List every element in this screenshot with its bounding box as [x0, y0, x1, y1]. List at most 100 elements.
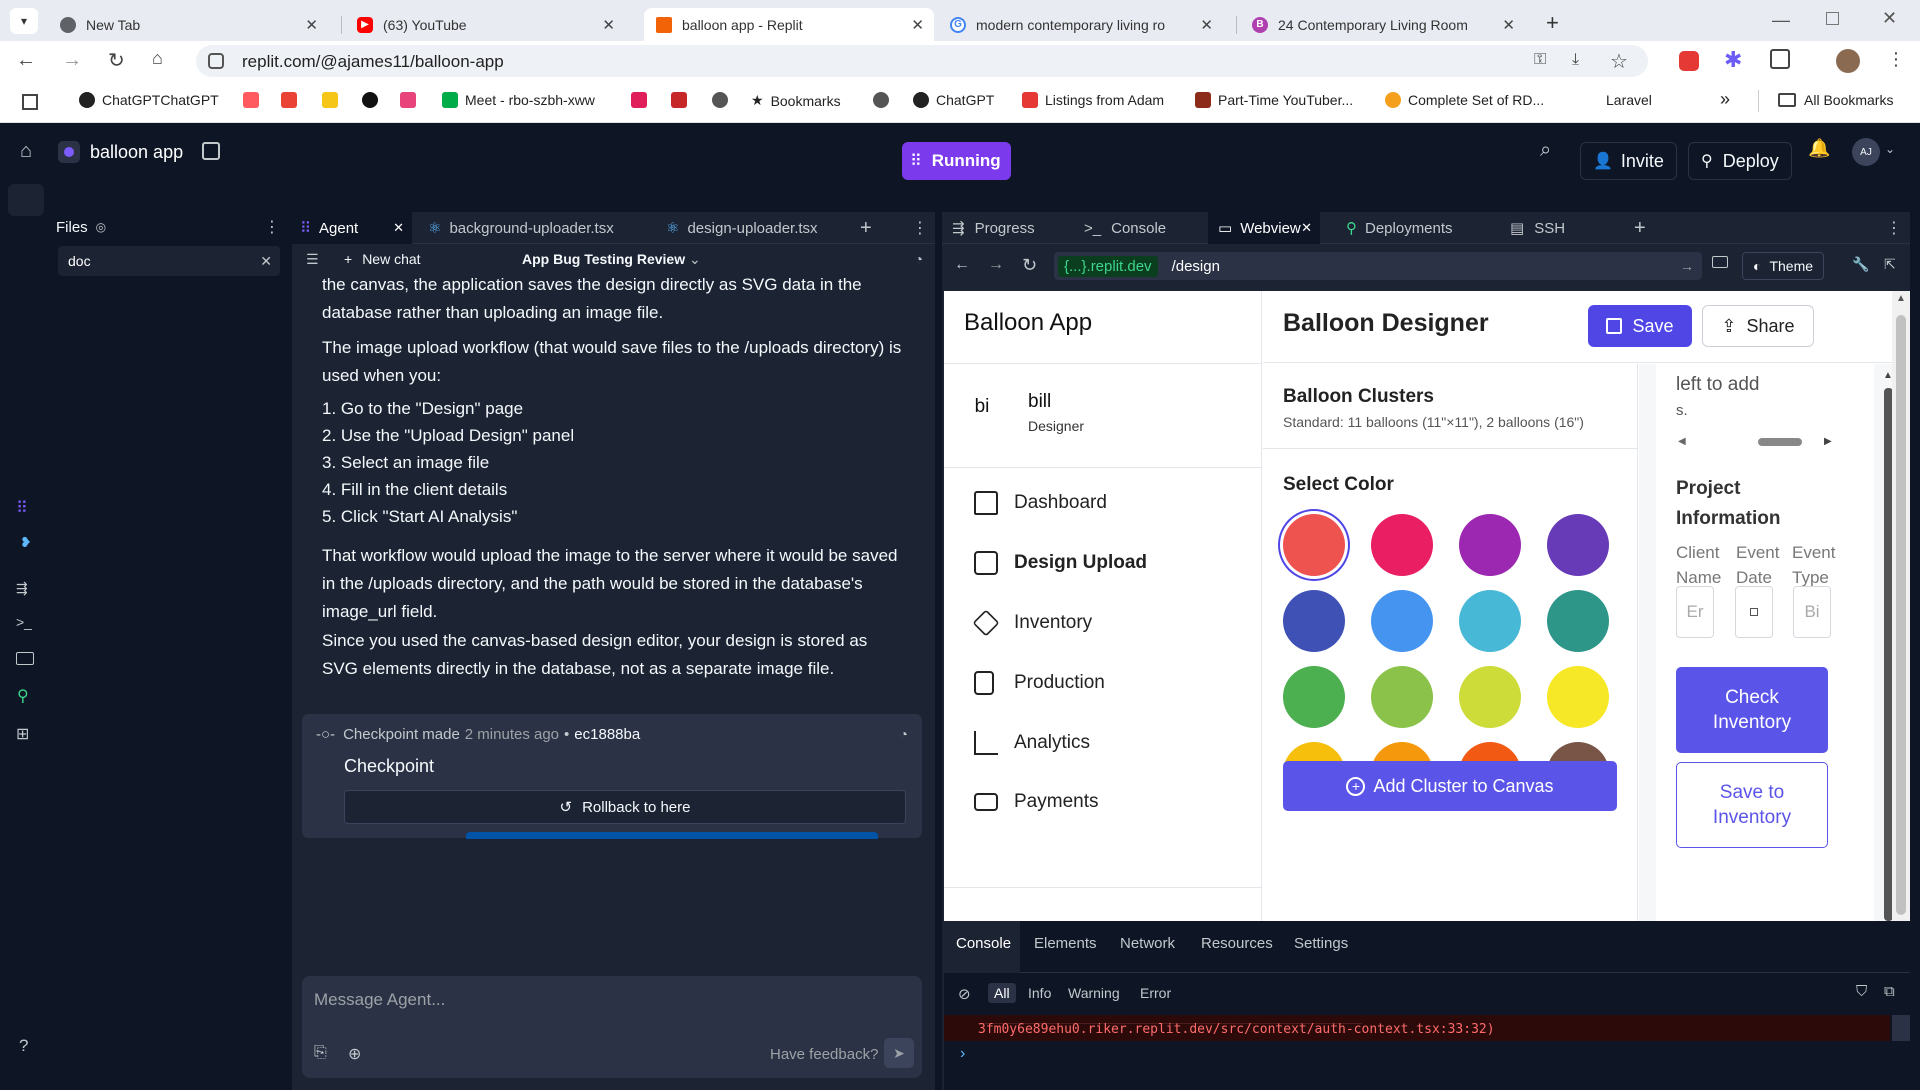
scroll-up-icon[interactable]: ▲ [1896, 293, 1906, 304]
url-bar[interactable]: replit.com/@ajames11/balloon-app ⚿ ⤓ ☆ [196, 45, 1648, 77]
filter-error[interactable]: Error [1140, 985, 1171, 1001]
more-icon[interactable]: ⋮ [264, 217, 280, 237]
tab-background-uploader[interactable]: ⚛ background-uploader.tsx [420, 212, 644, 244]
preview-path[interactable]: /design [1172, 258, 1220, 275]
airbnb-icon[interactable] [243, 92, 259, 108]
profile-avatar[interactable] [1836, 49, 1860, 73]
home-icon[interactable]: ⌂ [152, 48, 163, 69]
bookmark-item[interactable]: ChatGPTChatGPT [79, 92, 219, 108]
gauge-icon[interactable]: ◔ [915, 251, 923, 267]
bell-icon[interactable]: 🔔 [1808, 138, 1830, 159]
repl-info-icon[interactable] [202, 142, 220, 160]
nav-design-upload[interactable]: Design Upload [974, 551, 1147, 575]
forward-icon[interactable]: → [988, 256, 1004, 274]
resize-handle[interactable] [288, 212, 292, 1090]
color-swatch[interactable] [1459, 514, 1521, 576]
preview-url-bar[interactable]: {...}.replit.dev /design → [1054, 252, 1702, 280]
gmail-icon[interactable] [281, 92, 297, 108]
bookmark-item[interactable]: Complete Set of RD... [1385, 92, 1544, 108]
extension-asterisk-icon[interactable]: ✱ [1724, 47, 1742, 73]
devtools-tab-elements[interactable]: Elements [1034, 935, 1097, 952]
tab-search-icon[interactable]: ▾ [10, 8, 38, 34]
close-tab-icon[interactable]: ✕ [602, 16, 615, 34]
extension-red-icon[interactable] [1679, 51, 1699, 71]
client-name-input[interactable]: Er [1676, 586, 1714, 638]
send-button[interactable]: ➤ [884, 1038, 914, 1068]
bookmark-item[interactable]: Laravel [1606, 92, 1652, 108]
color-swatch[interactable] [1371, 590, 1433, 652]
horizontal-scrollbar[interactable]: ◀ ▶ [1678, 436, 1838, 447]
color-swatch[interactable] [1547, 514, 1609, 576]
close-tab-icon[interactable]: ✕ [1200, 16, 1213, 34]
bookmark-item[interactable]: ChatGPT [913, 92, 994, 108]
bookmark-dots-icon[interactable] [671, 92, 687, 108]
close-tab-icon[interactable]: ✕ [393, 220, 404, 236]
bookmark-item[interactable]: Part-Time YouTuber... [1195, 92, 1353, 108]
save-to-inventory-button[interactable]: Save to Inventory [1676, 762, 1828, 848]
close-window-icon[interactable]: ✕ [1882, 8, 1897, 29]
save-button[interactable]: Save [1588, 305, 1692, 347]
nav-inventory[interactable]: Inventory [972, 609, 1092, 637]
color-swatch[interactable] [1547, 666, 1609, 728]
reload-icon[interactable]: ↻ [1022, 255, 1037, 276]
workflows-icon[interactable]: ⇶ [16, 580, 28, 597]
extensions-icon[interactable] [1770, 49, 1790, 69]
close-tab-icon[interactable]: ✕ [1301, 220, 1312, 236]
theme-button[interactable]: ◐ Theme [1742, 252, 1825, 280]
user-avatar[interactable]: AJ [1852, 138, 1880, 166]
agent-tool-icon[interactable]: ⠿ [16, 498, 28, 518]
filter-icon[interactable]: ⛉ [1856, 983, 1867, 1000]
home-icon[interactable]: ⌂ [20, 140, 32, 163]
help-icon[interactable]: ? [19, 1036, 28, 1056]
bookmark-item[interactable]: ★ Bookmarks [751, 92, 841, 109]
minimize-icon[interactable]: — [1772, 10, 1790, 31]
bookmark-item[interactable]: Listings from Adam [1022, 92, 1164, 108]
tab-design-uploader[interactable]: ⚛ design-uploader.tsx [658, 212, 868, 244]
deploy-button[interactable]: ⚲ Deploy [1688, 142, 1792, 180]
scroll-thumb[interactable] [1758, 438, 1802, 446]
maximize-icon[interactable] [1826, 12, 1839, 25]
filter-info[interactable]: Info [1028, 985, 1051, 1001]
chat-title[interactable]: App Bug Testing Review ⌄ [522, 251, 701, 268]
console-prompt-icon[interactable]: › [960, 1045, 965, 1063]
bookmark-item[interactable]: Meet - rbo-szbh-xww [442, 92, 595, 108]
nav-production[interactable]: Production [974, 671, 1105, 695]
feedback-link[interactable]: Have feedback? [770, 1046, 878, 1063]
color-swatch[interactable] [1283, 590, 1345, 652]
star-icon[interactable]: ☆ [1610, 49, 1628, 74]
slack-icon[interactable] [631, 92, 647, 108]
tab-agent[interactable]: ⠿ Agent ✕ [292, 212, 412, 244]
bookmark-yellow-icon[interactable] [322, 92, 338, 108]
scroll-right-icon[interactable]: ▶ [1824, 436, 1832, 447]
nav-dashboard[interactable]: Dashboard [974, 491, 1107, 515]
bookmark-w-icon[interactable] [362, 92, 378, 108]
browser-tab-active[interactable]: balloon app - Replit ✕ [644, 8, 934, 41]
close-tab-icon[interactable]: ✕ [911, 16, 924, 34]
new-tab-icon[interactable]: + [1546, 10, 1559, 36]
page-scrollbar[interactable]: ▲ [1892, 291, 1910, 921]
back-icon[interactable]: ← [954, 256, 970, 274]
apps-grid-icon[interactable] [22, 94, 38, 110]
new-tab-icon[interactable]: + [860, 212, 872, 244]
app-brand[interactable]: Balloon App [964, 309, 1092, 337]
color-swatch[interactable] [1371, 666, 1433, 728]
scroll-to-bottom-bar[interactable] [466, 832, 878, 839]
nav-payments[interactable]: Payments [974, 791, 1098, 813]
filter-warning[interactable]: Warning [1068, 985, 1120, 1001]
key-icon[interactable]: ⚿ [1534, 51, 1546, 69]
gauge-icon[interactable]: ◔ [900, 726, 908, 742]
more-icon[interactable]: ⋮ [1886, 212, 1902, 244]
new-tab-icon[interactable]: + [1634, 212, 1646, 244]
file-search-input[interactable]: doc ✕ [58, 246, 280, 276]
devtools-tab-console[interactable]: Console [956, 935, 1011, 952]
more-icon[interactable]: ⋮ [912, 212, 928, 244]
close-tab-icon[interactable]: ✕ [1502, 16, 1515, 34]
filter-all[interactable]: All [988, 983, 1016, 1003]
reload-icon[interactable]: ↻ [108, 48, 125, 73]
deployments-tool-icon[interactable]: ⚲ [17, 686, 29, 706]
open-new-tab-icon[interactable]: ⇱ [1884, 256, 1896, 273]
menu-icon[interactable]: ⋮ [1887, 49, 1905, 70]
share-button[interactable]: ⇪ Share [1702, 305, 1814, 347]
devtools-tab-settings[interactable]: Settings [1294, 935, 1348, 952]
devtools-icon[interactable]: 🔧 [1852, 256, 1869, 273]
